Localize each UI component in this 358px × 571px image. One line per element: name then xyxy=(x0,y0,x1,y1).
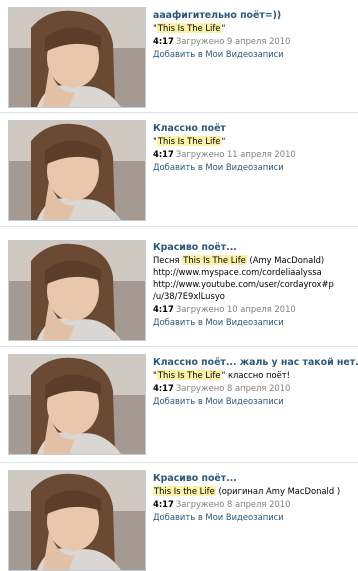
add-to-my-videos-link[interactable]: Добавить в Мои Видеозаписи xyxy=(153,511,355,523)
search-highlight: This Is The Life xyxy=(156,23,222,33)
video-duration: 4:17 xyxy=(153,149,174,159)
video-title-link[interactable]: ааафигительно поёт=)) xyxy=(153,9,355,22)
search-highlight: This Is The Life xyxy=(182,255,247,265)
add-to-my-videos-link[interactable]: Добавить в Мои Видеозаписи xyxy=(153,48,355,60)
search-highlight: This Is The Life xyxy=(156,136,222,146)
video-thumbnail-image xyxy=(9,8,145,107)
video-thumbnail[interactable] xyxy=(8,120,146,221)
description-text: (Amy MacDonald) xyxy=(246,255,325,265)
description-text: " xyxy=(221,136,226,146)
video-duration: 4:17 xyxy=(153,383,174,393)
video-item: Классно поёт "This Is The Life" 4:17 Загр… xyxy=(0,112,358,224)
video-meta: 4:17 Загружено 9 апреля 2010 xyxy=(153,35,355,47)
add-to-my-videos-link[interactable]: Добавить в Мои Видеозаписи xyxy=(153,395,355,407)
upload-date: Загружено 8 апреля 2010 xyxy=(175,383,291,393)
video-duration: 4:17 xyxy=(153,304,174,314)
description-url: http://www.youtube.com/user/cordayrox#p xyxy=(153,279,334,289)
video-meta: 4:17 Загружено 8 апреля 2010 xyxy=(153,498,355,510)
description-text: Песня xyxy=(153,255,183,265)
upload-date: Загружено 9 апреля 2010 xyxy=(175,36,291,46)
video-item: ааафигительно поёт=)) "This Is The Life"… xyxy=(0,0,358,112)
video-item: Красиво поёт... Песня This Is The Life (… xyxy=(0,226,358,342)
video-meta: 4:17 Загружено 11 апреля 2010 xyxy=(153,148,355,160)
video-description: "This Is The Life" xyxy=(153,136,355,147)
video-item: Классно поёт... жаль у нас такой нет.. "… xyxy=(0,346,358,458)
video-thumbnail[interactable] xyxy=(8,240,146,341)
upload-date: Загружено 10 апреля 2010 xyxy=(175,304,296,314)
video-thumbnail-image xyxy=(9,355,145,454)
video-title-link[interactable]: Классно поёт xyxy=(153,122,355,135)
video-description: "This Is The Life" xyxy=(153,23,355,34)
description-text: " классно поёт! xyxy=(221,370,290,380)
description-text: " xyxy=(221,23,226,33)
video-thumbnail-image xyxy=(9,471,145,570)
add-to-my-videos-link[interactable]: Добавить в Мои Видеозаписи xyxy=(153,316,355,328)
video-item: Красиво поёт... This Is the Life (оригин… xyxy=(0,462,358,571)
video-description: "This Is The Life" классно поёт! xyxy=(153,370,355,381)
video-description: This Is the Life (оригинал Amy MacDonald… xyxy=(153,486,355,497)
video-meta: 4:17 Загружено 8 апреля 2010 xyxy=(153,382,355,394)
add-to-my-videos-link[interactable]: Добавить в Мои Видеозаписи xyxy=(153,161,355,173)
description-url: /u/38/7E9xlLusyo xyxy=(153,291,225,301)
video-duration: 4:17 xyxy=(153,36,174,46)
search-highlight: This Is The Life xyxy=(156,370,222,380)
upload-date: Загружено 11 апреля 2010 xyxy=(175,149,296,159)
video-description: Песня This Is The Life (Amy MacDonald) xyxy=(153,255,355,266)
video-search-results: ааафигительно поёт=)) "This Is The Life"… xyxy=(0,0,358,571)
upload-date: Загружено 8 апреля 2010 xyxy=(175,499,291,509)
video-thumbnail[interactable] xyxy=(8,7,146,108)
video-thumbnail-image xyxy=(9,121,145,220)
video-title-link[interactable]: Красиво поёт... xyxy=(153,472,355,485)
video-meta: 4:17 Загружено 10 апреля 2010 xyxy=(153,303,355,315)
search-highlight: This Is the Life xyxy=(153,486,216,496)
description-text: (оригинал Amy MacDonald ) xyxy=(215,486,341,496)
video-duration: 4:17 xyxy=(153,499,174,509)
video-title-link[interactable]: Классно поёт... жаль у нас такой нет.. xyxy=(153,356,358,369)
video-title-link[interactable]: Красиво поёт... xyxy=(153,241,355,254)
description-url: http://www.myspace.com/cordeliaalyssa xyxy=(153,267,322,277)
video-thumbnail[interactable] xyxy=(8,470,146,571)
video-thumbnail-image xyxy=(9,241,145,340)
video-thumbnail[interactable] xyxy=(8,354,146,455)
